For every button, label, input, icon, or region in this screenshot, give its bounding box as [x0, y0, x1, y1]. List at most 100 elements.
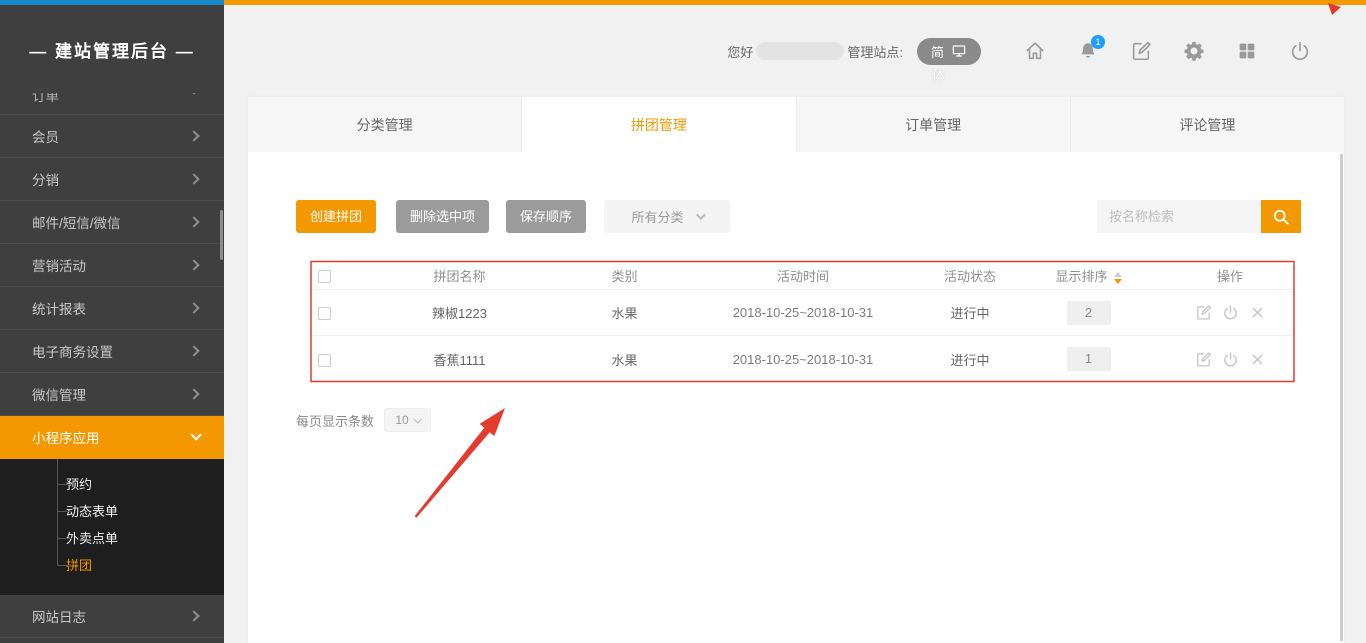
cell-checkbox	[311, 351, 347, 366]
content-scrollbar[interactable]	[1340, 154, 1343, 641]
disable-row-button[interactable]	[1222, 351, 1239, 368]
sidebar: — 建站管理后台 — 订单会员分销邮件/短信/微信营销活动统计报表电子商务设置微…	[0, 5, 224, 643]
apps-button[interactable]	[1236, 40, 1258, 62]
save-order-button[interactable]: 保存顺序	[506, 200, 586, 233]
column-header-time: 活动时间	[677, 266, 929, 285]
page-size-select[interactable]: 10	[384, 408, 431, 432]
edit-site-button[interactable]	[1130, 40, 1152, 62]
disable-row-button[interactable]	[1222, 304, 1239, 321]
sidebar-item-label: 小程序应用	[32, 427, 100, 447]
tab-order-management[interactable]: 订单管理	[797, 97, 1071, 152]
page-size-value: 10	[395, 413, 408, 427]
settings-button[interactable]	[1183, 40, 1205, 62]
sidebar-subitem-booking[interactable]: 预约	[0, 471, 224, 498]
sidebar-item-wechat-management[interactable]: 微信管理	[0, 373, 224, 416]
column-label: 类别	[611, 269, 637, 284]
sidebar-item-site-logs[interactable]: 网站日志	[0, 595, 224, 638]
column-label: 活动时间	[777, 269, 829, 284]
greeting-label: 您好	[727, 42, 753, 61]
chevron-right-icon	[188, 173, 199, 184]
edit-row-button[interactable]	[1195, 304, 1212, 321]
select-all-cell	[311, 268, 347, 283]
chevron-right-icon	[188, 216, 199, 227]
sidebar-subitem-group-buying[interactable]: 拼团	[0, 552, 224, 579]
tab-category-management[interactable]: 分类管理	[248, 97, 522, 152]
table-row: 香蕉1111水果2018-10-25~2018-10-31进行中1	[311, 336, 1294, 382]
cell-status: 进行中	[929, 303, 1011, 322]
cell-category: 水果	[572, 350, 677, 369]
row-checkbox[interactable]	[318, 354, 331, 367]
app-title: — 建站管理后台 —	[0, 5, 224, 93]
sidebar-nav: 订单会员分销邮件/短信/微信营销活动统计报表电子商务设置微信管理小程序应用预约动…	[0, 93, 224, 638]
top-strip-orange	[224, 0, 1366, 5]
cell-checkbox	[311, 305, 347, 320]
sidebar-submenu: 预约动态表单外卖点单拼团	[0, 459, 224, 595]
sidebar-item-marketing[interactable]: 营销活动	[0, 244, 224, 287]
cell-actions	[1166, 304, 1294, 321]
sidebar-item-label: 会员	[32, 126, 59, 146]
monitor-icon	[951, 43, 967, 59]
notifications-button[interactable]: 1	[1077, 40, 1099, 62]
sidebar-item-mail-sms-wechat[interactable]: 邮件/短信/微信	[0, 201, 224, 244]
power-icon	[1222, 304, 1239, 321]
sidebar-item-mini-program-apps[interactable]: 小程序应用	[0, 416, 224, 459]
sidebar-item-orders[interactable]: 订单	[0, 93, 224, 115]
sidebar-item-members[interactable]: 会员	[0, 115, 224, 158]
cell-time: 2018-10-25~2018-10-31	[677, 305, 929, 320]
main-area: 您好 管理站点: 简 体 1 分类管理拼团管理订单	[224, 5, 1366, 643]
column-header-category: 类别	[572, 266, 677, 285]
top-strip	[0, 0, 1366, 5]
column-header-name: 拼团名称	[347, 266, 572, 285]
delete-row-button[interactable]	[1249, 351, 1266, 368]
logout-button[interactable]	[1289, 40, 1311, 62]
sidebar-item-label: 统计报表	[32, 298, 86, 318]
search-box	[1097, 200, 1301, 233]
chevron-right-icon	[188, 93, 199, 95]
sidebar-item-ecommerce-settings[interactable]: 电子商务设置	[0, 330, 224, 373]
sort-up-arrow	[1114, 272, 1122, 277]
select-all-checkbox[interactable]	[318, 270, 331, 283]
notification-badge: 1	[1091, 35, 1105, 49]
language-secondary-label: 体	[932, 65, 945, 84]
create-group-buy-button[interactable]: 创建拼团	[296, 200, 376, 233]
edit-row-button[interactable]	[1195, 351, 1212, 368]
column-label: 显示排序	[1055, 269, 1107, 284]
cell-actions	[1166, 350, 1294, 367]
sidebar-item-label: 营销活动	[32, 255, 86, 275]
group-buy-table: 拼团名称类别活动时间活动状态显示排序操作 辣椒1223水果2018-10-25~…	[311, 262, 1294, 382]
search-input[interactable]	[1097, 200, 1261, 233]
language-pill[interactable]: 简	[917, 38, 981, 65]
sidebar-item-statistics[interactable]: 统计报表	[0, 287, 224, 330]
chevron-right-icon	[188, 302, 199, 313]
home-button[interactable]	[1024, 40, 1046, 62]
category-filter-dropdown[interactable]: 所有分类	[604, 200, 730, 233]
language-switcher[interactable]: 简 体	[917, 38, 981, 65]
delete-selected-button[interactable]: 删除选中项	[396, 200, 489, 233]
tab-group-buy-management[interactable]: 拼团管理	[522, 97, 796, 152]
search-button[interactable]	[1261, 200, 1301, 233]
sidebar-subitem-takeout-ordering[interactable]: 外卖点单	[0, 525, 224, 552]
sidebar-subitem-dynamic-forms[interactable]: 动态表单	[0, 498, 224, 525]
cell-name: 辣椒1223	[347, 303, 572, 322]
table-header-row: 拼团名称类别活动时间活动状态显示排序操作	[311, 262, 1294, 290]
language-primary-label: 简	[931, 42, 944, 61]
sort-icon[interactable]	[1114, 272, 1122, 284]
power-icon	[1222, 351, 1239, 368]
tab-comment-management[interactable]: 评论管理	[1071, 97, 1344, 152]
delete-row-button[interactable]	[1249, 304, 1266, 321]
content-card: 分类管理拼团管理订单管理评论管理 创建拼团 删除选中项 保存顺序 所有分类	[248, 97, 1344, 643]
grid-icon	[1236, 40, 1258, 62]
sidebar-item-label: 订单	[32, 93, 59, 105]
sort-order-input[interactable]: 1	[1067, 347, 1111, 371]
row-checkbox[interactable]	[318, 307, 331, 320]
sidebar-item-label: 微信管理	[32, 384, 86, 404]
table-body: 辣椒1223水果2018-10-25~2018-10-31进行中2香蕉1111水…	[311, 290, 1294, 382]
column-label: 拼团名称	[433, 269, 485, 284]
chevron-down-icon	[413, 415, 421, 423]
close-icon	[1249, 304, 1266, 321]
sidebar-item-distribution[interactable]: 分销	[0, 158, 224, 201]
sort-order-input[interactable]: 2	[1067, 301, 1111, 325]
sort-down-arrow	[1114, 279, 1122, 284]
chevron-right-icon	[188, 345, 199, 356]
sidebar-scrollbar[interactable]	[220, 210, 223, 260]
